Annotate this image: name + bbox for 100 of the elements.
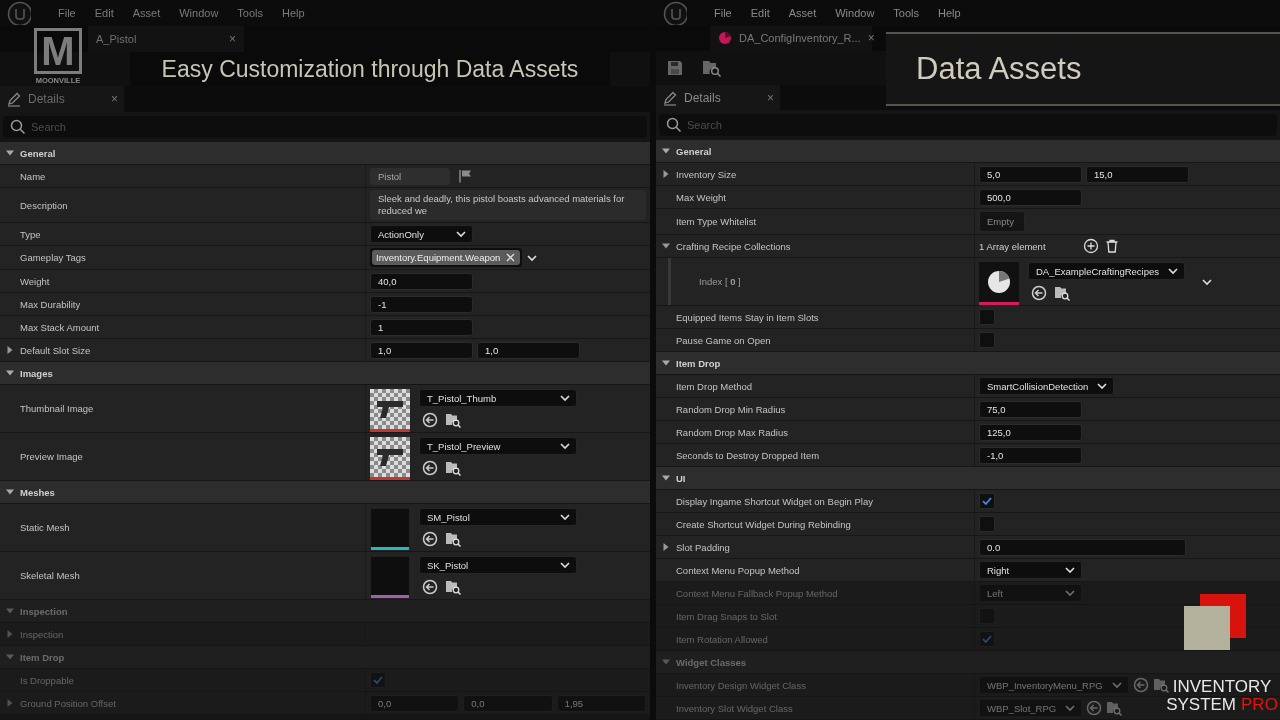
dropdown[interactable]: SmartCollisionDetection bbox=[979, 377, 1115, 395]
collapse-arrow-icon[interactable] bbox=[661, 146, 671, 156]
menu-item[interactable]: Help bbox=[938, 6, 961, 19]
text-field[interactable]: 0,0 bbox=[463, 694, 553, 712]
menu-item[interactable]: Edit bbox=[750, 6, 770, 19]
menu-item[interactable]: Window bbox=[835, 6, 875, 19]
dropdown[interactable]: SK_Pistol bbox=[419, 556, 577, 574]
expand-arrow-icon[interactable] bbox=[661, 542, 671, 552]
dropdown[interactable]: Empty bbox=[979, 211, 1025, 232]
section-header[interactable]: UI bbox=[656, 467, 1280, 490]
dropdown[interactable]: ActionOnly bbox=[370, 225, 473, 243]
close-button[interactable]: × bbox=[867, 31, 875, 46]
details-tab[interactable]: Details × bbox=[0, 86, 124, 112]
property-label: Inventory Slot Widget Class bbox=[676, 702, 793, 714]
dropdown[interactable]: Right bbox=[979, 561, 1082, 579]
collapse-arrow-icon[interactable] bbox=[5, 368, 15, 378]
text-field[interactable]: 1 bbox=[370, 318, 473, 336]
text-field[interactable]: 75,0 bbox=[979, 400, 1082, 418]
close-button[interactable]: × bbox=[111, 92, 118, 106]
menu-item[interactable]: File bbox=[714, 6, 732, 19]
remove-icon[interactable] bbox=[505, 252, 517, 263]
flag-icon[interactable] bbox=[458, 169, 472, 183]
section-header[interactable]: Inspection bbox=[0, 600, 650, 623]
circle-logo-icon[interactable] bbox=[7, 1, 31, 25]
arrow-circle-icon[interactable] bbox=[422, 460, 438, 476]
search-field[interactable]: Search bbox=[3, 116, 647, 138]
text-field[interactable]: Sleek and deadly, this pistol boasts advanced materials for reduced we bbox=[370, 190, 646, 220]
dropdown[interactable]: Left bbox=[979, 584, 1082, 602]
search-field[interactable]: Search bbox=[659, 114, 1277, 137]
section-header[interactable]: Widget Classes bbox=[656, 651, 1280, 674]
folder-search-icon[interactable] bbox=[445, 531, 461, 547]
text-field[interactable]: 0.0 bbox=[979, 538, 1186, 556]
text-field[interactable]: 125,0 bbox=[979, 423, 1082, 441]
folder-search-icon[interactable] bbox=[445, 579, 461, 595]
collapse-arrow-icon[interactable] bbox=[5, 148, 15, 158]
arrow-circle-icon[interactable] bbox=[422, 531, 438, 547]
pencil-icon bbox=[6, 91, 22, 107]
text-field[interactable]: 15,0 bbox=[1086, 165, 1189, 183]
section-header[interactable]: General bbox=[0, 142, 650, 165]
tag-chip[interactable]: Inventory.Equipment.Weapon bbox=[372, 250, 521, 265]
checkbox[interactable] bbox=[979, 309, 995, 325]
save-icon[interactable] bbox=[666, 59, 684, 78]
text-field[interactable]: 40,0 bbox=[370, 272, 473, 290]
menu-item[interactable]: File bbox=[58, 7, 76, 19]
section-header[interactable]: Item Drop bbox=[0, 646, 650, 669]
collapse-arrow-icon[interactable] bbox=[661, 473, 671, 483]
menu-item[interactable]: Asset bbox=[788, 6, 817, 19]
text-field[interactable]: 1,0 bbox=[477, 341, 580, 359]
text-field[interactable]: -1,0 bbox=[979, 446, 1082, 464]
menu-item[interactable]: Edit bbox=[94, 7, 114, 19]
checkbox[interactable] bbox=[979, 332, 995, 348]
pie-chart-icon bbox=[986, 268, 1012, 295]
document-tab[interactable]: DA_ConfigInventory_R... × bbox=[710, 25, 872, 52]
expand-arrow-icon[interactable] bbox=[661, 169, 671, 179]
arrow-circle-icon[interactable] bbox=[422, 412, 438, 428]
section-header[interactable]: Images bbox=[0, 362, 650, 385]
text-field[interactable]: 500,0 bbox=[979, 188, 1082, 206]
dropdown[interactable]: WBP_Slot_RPG bbox=[979, 699, 1083, 717]
menu-item[interactable]: Tools bbox=[893, 6, 920, 19]
collapse-arrow-icon[interactable] bbox=[661, 241, 671, 251]
arrow-circle-icon[interactable] bbox=[422, 579, 438, 595]
menu-item[interactable]: Window bbox=[179, 7, 219, 19]
checkbox[interactable] bbox=[979, 493, 995, 509]
add-icon[interactable] bbox=[1083, 238, 1099, 254]
arrow-circle-icon[interactable] bbox=[1031, 285, 1047, 301]
text-field[interactable]: 1,0 bbox=[370, 341, 473, 359]
circle-logo-icon[interactable] bbox=[663, 0, 687, 25]
caret-icon bbox=[559, 393, 571, 403]
property-label: Item Type Whitelist bbox=[676, 216, 757, 227]
menu-item[interactable]: Tools bbox=[237, 7, 264, 19]
close-button[interactable]: × bbox=[767, 90, 774, 105]
collapse-arrow-icon[interactable] bbox=[661, 358, 671, 368]
text-field[interactable]: Pistol bbox=[370, 167, 450, 185]
pencil-icon bbox=[662, 89, 678, 106]
expand-arrow-icon[interactable] bbox=[5, 345, 15, 355]
menu-item[interactable]: Asset bbox=[132, 7, 161, 19]
property-label: Ground Position Offset bbox=[20, 697, 116, 709]
text-field[interactable]: -1 bbox=[370, 295, 473, 313]
dropdown[interactable]: SM_Pistol bbox=[419, 508, 577, 526]
folder-search-icon[interactable] bbox=[445, 460, 461, 476]
dropdown[interactable]: WBP_InventoryMenu_RPG bbox=[979, 676, 1129, 694]
dropdown[interactable]: T_Pistol_Preview bbox=[419, 437, 577, 455]
folder-search-icon[interactable] bbox=[445, 412, 461, 428]
folder-search-icon[interactable] bbox=[702, 59, 722, 78]
text-field[interactable]: 5,0 bbox=[979, 165, 1082, 183]
folder-search-icon[interactable] bbox=[1054, 285, 1070, 301]
dropdown[interactable]: DA_ExampleCraftingRecipes bbox=[1028, 262, 1186, 280]
details-tab[interactable]: Details × bbox=[656, 84, 780, 111]
document-tab[interactable]: A_Pistol × bbox=[88, 26, 244, 52]
checkbox[interactable] bbox=[979, 516, 995, 532]
trash-icon[interactable] bbox=[1104, 238, 1120, 254]
menu-item[interactable]: Help bbox=[282, 7, 305, 19]
dropdown[interactable]: T_Pistol_Thumb bbox=[419, 389, 577, 407]
close-button[interactable]: × bbox=[229, 32, 236, 46]
collapse-arrow-icon[interactable] bbox=[5, 487, 15, 497]
section-header[interactable]: General bbox=[656, 140, 1280, 163]
section-header[interactable]: Item Drop bbox=[656, 352, 1280, 375]
text-field[interactable]: 1,95 bbox=[556, 694, 646, 712]
text-field[interactable]: 0,0 bbox=[370, 694, 460, 712]
section-header[interactable]: Meshes bbox=[0, 481, 650, 504]
